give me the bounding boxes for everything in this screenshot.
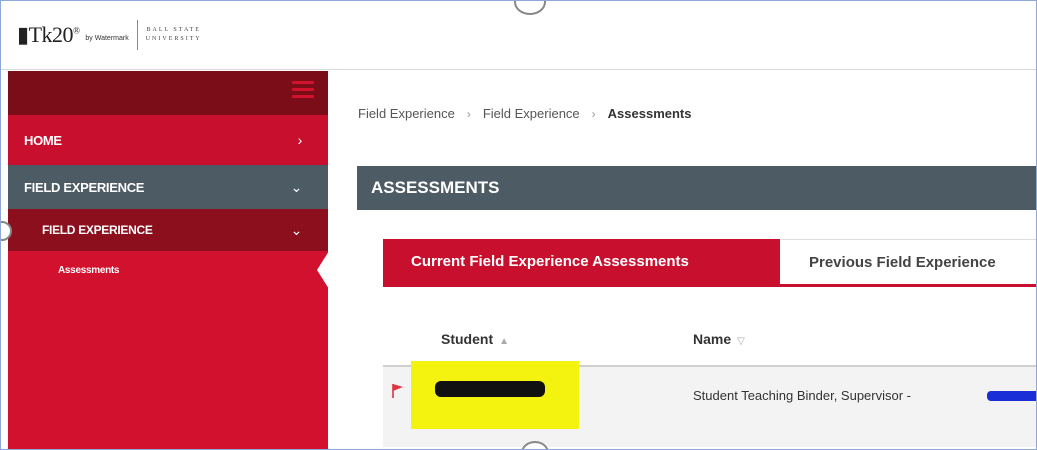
chevron-right-icon: › — [591, 106, 596, 121]
sidebar-item-home[interactable]: HOME › — [8, 115, 328, 165]
chevron-right-icon: › — [466, 106, 471, 121]
chevron-down-icon: ⌄ — [290, 178, 303, 195]
logo[interactable]: ▮Tk20® by Watermark BALL STATE UNIVERSIT… — [17, 15, 200, 55]
resize-handle-top[interactable] — [514, 1, 546, 15]
university-logo: BALL STATE UNIVERSITY — [146, 26, 202, 44]
breadcrumb: Field Experience › Field Experience › As… — [358, 106, 691, 121]
university-line-2: UNIVERSITY — [145, 36, 202, 42]
column-label: Name — [693, 331, 732, 347]
redacted-supervisor-name — [987, 391, 1036, 401]
table-header: Student ▲ Name ▽ — [383, 317, 1036, 363]
tk20-logo: ▮Tk20® — [17, 22, 80, 47]
breadcrumb-link[interactable]: Field Experience — [358, 106, 455, 121]
sort-ascending-icon: ▲ — [499, 336, 510, 347]
sidebar-item-assessments[interactable]: Assessments — [8, 251, 329, 289]
column-label: Student — [441, 331, 494, 347]
sidebar-item-field-experience[interactable]: FIELD EXPERIENCE ⌄ — [8, 165, 328, 209]
sidebar-item-label: FIELD EXPERIENCE — [42, 223, 153, 237]
menu-icon[interactable] — [292, 81, 314, 102]
breadcrumb-current: Assessments — [607, 106, 692, 121]
chevron-down-icon: ⌄ — [290, 221, 303, 238]
redacted-student-name[interactable] — [435, 381, 545, 397]
section-header: ASSESSMENTS — [357, 166, 1036, 210]
logo-by-text: by Watermark — [85, 34, 129, 42]
sidebar-item-label: HOME — [24, 132, 62, 148]
chevron-right-icon: › — [297, 132, 303, 148]
table-row[interactable]: Student Teaching Binder, Supervisor - — [383, 361, 1036, 447]
tab-previous-assessments[interactable]: Previous Field Experience — [781, 239, 1036, 284]
section-title: ASSESSMENTS — [371, 178, 500, 197]
university-line-1: BALL STATE — [146, 27, 201, 33]
sidebar-item-label: FIELD EXPERIENCE — [24, 179, 145, 195]
sidebar-header — [8, 71, 328, 115]
tab-bar: Current Field Experience Assessments Pre… — [383, 239, 1036, 287]
sidebar: HOME › FIELD EXPERIENCE ⌄ FIELD EXPERIEN… — [8, 71, 329, 449]
sidebar-subitem-field-experience[interactable]: FIELD EXPERIENCE ⌄ — [8, 209, 328, 251]
logo-divider — [136, 20, 138, 50]
flag-icon — [392, 384, 403, 398]
column-header-student[interactable]: Student ▲ — [441, 331, 509, 347]
sidebar-item-label: Assessments — [58, 264, 120, 276]
active-indicator — [317, 251, 329, 289]
tab-label: Previous Field Experience — [809, 253, 996, 271]
tab-label: Current Field Experience Assessments — [411, 253, 689, 270]
tab-current-assessments[interactable]: Current Field Experience Assessments — [383, 239, 780, 284]
top-header: ▮Tk20® by Watermark BALL STATE UNIVERSIT… — [1, 1, 1036, 70]
column-header-name[interactable]: Name ▽ — [693, 331, 745, 347]
breadcrumb-link[interactable]: Field Experience — [483, 106, 580, 121]
app-window: ▮Tk20® by Watermark BALL STATE UNIVERSIT… — [0, 0, 1037, 450]
sort-descending-icon: ▽ — [737, 336, 745, 347]
assessment-name[interactable]: Student Teaching Binder, Supervisor - — [693, 388, 911, 403]
logo-text: Tk20 — [28, 22, 74, 47]
